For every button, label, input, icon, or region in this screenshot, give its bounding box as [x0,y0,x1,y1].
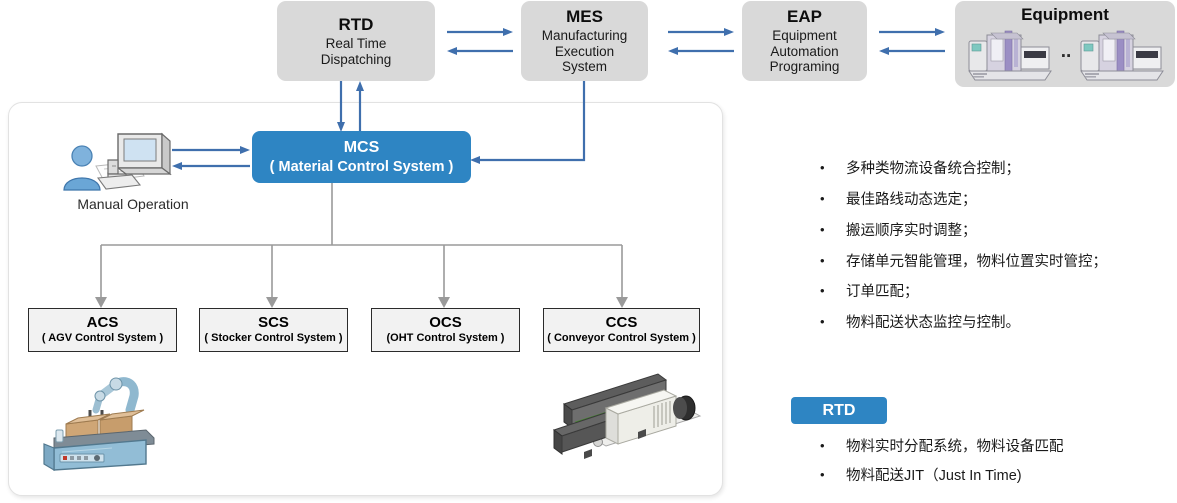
scs-box-title: SCS [258,314,289,332]
ccs-box-title: CCS [605,314,638,332]
rtd-feature-list: • 物料实时分配系统，物料设备匹配 • 物料配送JIT（Just In Time… [812,438,1172,496]
list-item: • 物料配送JIT（Just In Time) [812,467,1172,486]
eap-box-subtitle-line-2: Automation [770,43,839,59]
scs-box[interactable]: SCS ( Stocker Control System ) [199,308,348,352]
eap-box-subtitle-line-3: Programing [769,59,840,75]
mes-box-subtitle-line-3: System [561,59,607,75]
eap-box-subtitle-line-1: Equipment [772,27,837,43]
equipment-box[interactable]: Equipment .. [955,1,1175,87]
arrow-mes-to-mcs [470,81,586,164]
rtd-badge-label: RTD [822,401,856,419]
arrow-rtd-mes [447,28,513,55]
tree-connector-mcs-to-control-systems [95,183,628,308]
list-item-label: 订单匹配； [846,284,919,301]
rtd-box-subtitle-line-2: Dispatching [320,51,392,67]
conveyor-icon [552,373,702,459]
bullet-marker-icon: • [820,160,825,175]
mcs-box-title: MCS [343,138,380,156]
scs-box-subtitle: ( Stocker Control System ) [204,332,343,345]
mcs-box-subtitle: ( Material Control System ) [269,158,454,175]
list-item-label: 搬运顺序实时调整； [846,222,977,239]
equipment-tool-icon-2 [1080,30,1164,81]
agv-robot-icon [43,377,155,472]
ccs-box-subtitle: ( Conveyor Control System ) [547,332,696,345]
eap-box[interactable]: EAP Equipment Automation Programing [742,1,867,81]
equipment-tool-icon-1 [968,30,1052,81]
rtd-box-title: RTD [338,14,374,34]
bullet-marker-icon: • [820,314,825,330]
list-item-label: 物料配送JIT（Just In Time) [846,467,1022,484]
rtd-box-subtitle-line-1: Real Time [325,35,387,51]
ccs-box[interactable]: CCS ( Conveyor Control System ) [543,308,700,352]
list-item: • 存储单元智能管理，物料位置实时管控； [812,253,1172,272]
rtd-badge[interactable]: RTD [791,397,887,424]
list-item: • 物料配送状态监控与控制。 [812,314,1172,333]
list-item-label: 存储单元智能管理，物料位置实时管控； [846,253,1107,270]
ocs-box-title: OCS [429,314,462,332]
bullet-marker-icon: • [820,283,825,299]
mes-box-subtitle-line-2: Execution [554,43,615,59]
list-item: • 订单匹配； [812,283,1172,302]
mes-box-subtitle-line-1: Manufacturing [541,27,628,43]
list-item: • 最佳路线动态选定； [812,191,1172,210]
mcs-feature-list: • 多种类物流设备统合控制； • 最佳路线动态选定； • 搬运顺序实时调整； •… [812,160,1172,345]
arrow-eap-equipment [879,28,945,55]
list-item-label: 物料实时分配系统，物料设备匹配 [846,439,1064,455]
acs-box-title: ACS [86,314,119,332]
eap-box-title: EAP [787,6,822,26]
list-item-label: 物料配送状态监控与控制。 [846,315,1020,332]
mes-box-title: MES [566,6,603,26]
rtd-box[interactable]: RTD Real Time Dispatching [277,1,435,81]
arrow-manual-operation-mcs [172,146,250,170]
ocs-box-subtitle: (OHT Control System ) [386,332,505,345]
mes-box[interactable]: MES Manufacturing Execution System [521,1,648,81]
mcs-box[interactable]: MCS ( Material Control System ) [252,131,471,183]
list-item: • 物料实时分配系统，物料设备匹配 [812,438,1172,457]
bullet-marker-icon: • [820,252,825,268]
list-item: • 多种类物流设备统合控制； [812,160,1172,179]
bullet-marker-icon: • [820,221,825,237]
list-item: • 搬运顺序实时调整； [812,222,1172,241]
equipment-ellipsis: .. [1060,41,1072,62]
bullet-marker-icon: • [820,190,825,206]
acs-box[interactable]: ACS ( AGV Control System ) [28,308,177,352]
bullet-marker-icon: • [820,466,825,482]
acs-box-subtitle: ( AGV Control System ) [41,332,164,345]
ocs-box[interactable]: OCS (OHT Control System ) [371,308,520,352]
arrow-mes-eap [668,28,734,55]
list-item-label: 多种类物流设备统合控制； [846,161,1020,177]
equipment-box-title: Equipment [1021,5,1109,24]
list-item-label: 最佳路线动态选定； [846,191,977,208]
bullet-marker-icon: • [820,438,825,453]
arrow-rtd-to-mcs [337,81,364,132]
